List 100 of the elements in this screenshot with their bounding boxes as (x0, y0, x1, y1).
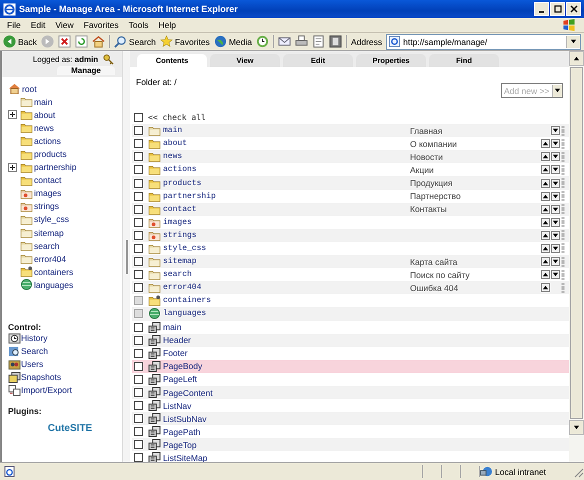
checkbox[interactable] (134, 362, 143, 371)
list-row[interactable]: style_css (132, 242, 569, 256)
drag-handle-icon[interactable] (561, 256, 565, 267)
discuss-icon[interactable] (328, 35, 342, 48)
move-down-button[interactable] (551, 139, 560, 148)
move-up-button[interactable] (541, 244, 550, 253)
document-icon[interactable] (312, 35, 325, 48)
control-link[interactable]: History (21, 333, 48, 343)
checkbox[interactable] (134, 178, 143, 188)
item-name[interactable]: images (163, 218, 408, 227)
list-row[interactable]: sitemap Карта сайта (132, 255, 569, 268)
menu-item[interactable]: Tools (124, 20, 154, 30)
list-row[interactable]: actions Акции (132, 163, 569, 176)
checkbox[interactable] (134, 453, 143, 462)
list-row[interactable]: contact Контакты (132, 202, 569, 216)
toolbar-button[interactable]: Search (114, 35, 156, 48)
checkbox[interactable] (134, 401, 143, 410)
list-row[interactable]: ListNav (132, 399, 569, 412)
control-link[interactable]: Users (21, 359, 44, 369)
checkbox[interactable] (134, 218, 143, 227)
item-name[interactable]: sitemap (163, 257, 408, 266)
move-up-button[interactable] (541, 152, 550, 162)
scroll-up-icon[interactable] (573, 55, 580, 62)
tree-item[interactable]: containers (34, 266, 74, 277)
item-name[interactable]: products (163, 178, 408, 188)
list-row[interactable]: about О компании (132, 137, 569, 150)
toolbar-button[interactable]: Media (214, 35, 252, 48)
item-name[interactable]: ListSubNav (163, 414, 408, 424)
list-row[interactable]: ListSubNav (132, 412, 569, 426)
item-name[interactable]: strings (163, 230, 408, 240)
search-icon[interactable] (114, 35, 127, 48)
drag-handle-icon[interactable] (561, 164, 565, 175)
checkbox[interactable] (134, 322, 143, 332)
item-name[interactable]: PageContent (163, 388, 408, 398)
move-up-button[interactable] (541, 283, 550, 292)
checkbox[interactable] (134, 244, 143, 253)
resize-grip-icon[interactable] (572, 466, 584, 478)
tree-item[interactable]: root (22, 84, 37, 94)
minimize-button[interactable] (534, 2, 549, 16)
tree-item[interactable]: actions (34, 136, 61, 146)
item-name[interactable]: contact (163, 204, 408, 214)
checkbox[interactable] (134, 230, 143, 240)
list-row[interactable]: PageContent (132, 386, 569, 400)
list-row[interactable]: Header (132, 334, 569, 347)
drag-handle-icon[interactable] (561, 270, 565, 280)
drag-handle-icon[interactable] (561, 178, 565, 188)
refresh-icon[interactable] (74, 35, 88, 48)
checkbox[interactable] (134, 270, 143, 280)
drag-handle-icon[interactable] (561, 243, 565, 254)
tree-item[interactable]: error404 (34, 254, 66, 264)
maximize-button[interactable] (550, 2, 565, 16)
control-link[interactable]: Import/Export (21, 385, 72, 395)
checkbox[interactable] (134, 414, 143, 424)
item-name[interactable]: main (163, 126, 408, 136)
check-all-link[interactable]: << check all (148, 113, 206, 122)
address-field[interactable]: http://sample/manage/ (386, 34, 581, 50)
list-row[interactable]: search Поиск по сайту (132, 268, 569, 282)
move-up-button[interactable] (541, 230, 550, 240)
list-row[interactable]: main (132, 320, 569, 334)
checkbox[interactable] (134, 165, 143, 174)
checkbox[interactable] (134, 427, 143, 436)
list-row[interactable]: Footer (132, 346, 569, 360)
menu-item[interactable]: Help (153, 20, 181, 30)
menu-item[interactable]: File (2, 20, 26, 30)
item-name[interactable]: partnership (163, 192, 408, 201)
move-down-button[interactable] (551, 152, 560, 162)
control-link[interactable]: Snapshots (21, 372, 62, 382)
drag-handle-icon[interactable] (561, 152, 565, 162)
move-down-button[interactable] (551, 192, 560, 201)
item-name[interactable]: news (163, 152, 408, 162)
item-name[interactable]: ListSiteMap (163, 452, 408, 463)
home-icon[interactable] (92, 35, 105, 48)
drag-handle-icon[interactable] (561, 282, 565, 293)
menu-item[interactable]: Edit (26, 20, 50, 30)
move-down-button[interactable] (551, 230, 560, 240)
printer-icon[interactable] (294, 35, 308, 48)
globe-icon[interactable] (214, 35, 227, 48)
toolbar-button[interactable]: Favorites (160, 35, 210, 48)
checkbox[interactable] (134, 283, 143, 292)
list-row[interactable]: main Главная (132, 124, 569, 138)
list-row[interactable]: products Продукция (132, 176, 569, 190)
item-name[interactable]: PageBody (163, 361, 408, 372)
close-button[interactable] (566, 2, 581, 16)
move-up-button[interactable] (541, 139, 550, 148)
checkbox[interactable] (134, 139, 143, 148)
item-name[interactable]: ListNav (163, 400, 408, 411)
checkbox[interactable] (134, 348, 143, 358)
tree-item[interactable]: about (34, 110, 56, 120)
move-down-button[interactable] (551, 178, 560, 188)
menu-item[interactable]: Favorites (78, 20, 124, 30)
tree-item[interactable]: main (34, 96, 52, 107)
checkbox[interactable] (134, 336, 143, 345)
drag-handle-icon[interactable] (561, 126, 565, 136)
item-name[interactable]: PagePath (163, 426, 408, 437)
checkbox[interactable] (134, 204, 143, 214)
item-name[interactable]: style_css (163, 244, 408, 253)
checkbox[interactable] (134, 113, 143, 122)
item-name[interactable]: error404 (163, 283, 408, 292)
tree-item[interactable]: images (34, 188, 62, 198)
tree-item[interactable]: sitemap (34, 228, 64, 238)
